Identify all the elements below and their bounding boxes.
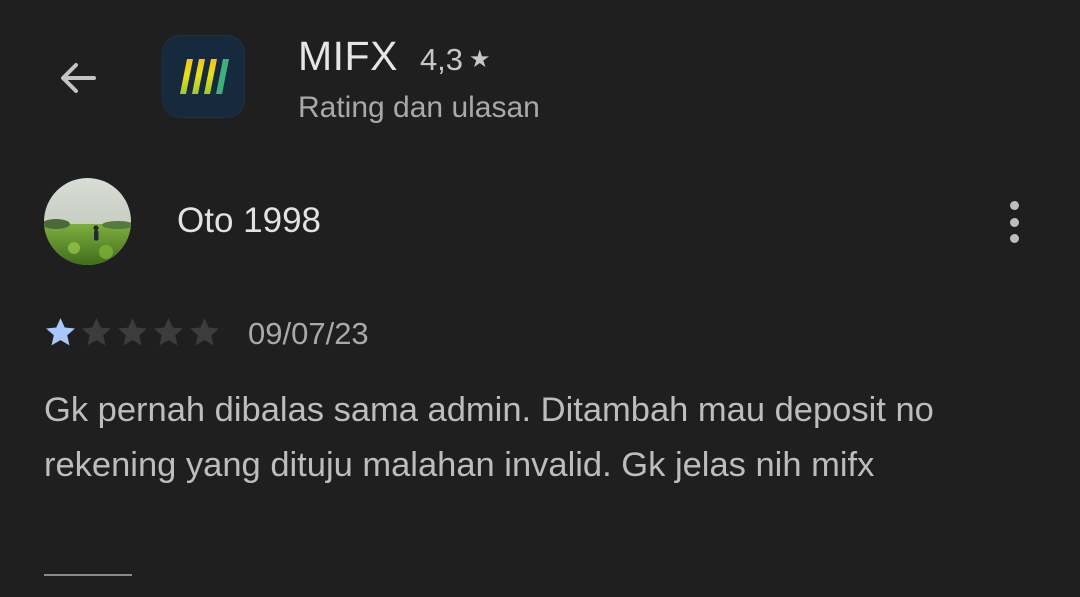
divider xyxy=(44,574,132,576)
star-empty-icon xyxy=(154,318,183,346)
mifx-logo-icon xyxy=(180,59,229,94)
avatar-photo xyxy=(44,178,131,265)
app-name: MIFX xyxy=(298,33,398,79)
more-vert-icon-dot xyxy=(1009,234,1019,243)
app-icon xyxy=(162,35,245,118)
review-date: 09/07/23 xyxy=(248,316,369,351)
more-vert-icon-dot xyxy=(1009,217,1019,227)
app-title-row: MIFX 4,3 ★ xyxy=(298,33,491,80)
star-empty-icon xyxy=(118,318,147,346)
review-star-rating xyxy=(44,316,221,349)
app-rating-value: 4,3 xyxy=(419,42,464,77)
reviewer-name: Oto 1998 xyxy=(177,201,321,240)
page-subtitle: Rating dan ulasan xyxy=(298,91,540,124)
more-vert-icon xyxy=(1009,201,1019,210)
more-options-button[interactable] xyxy=(996,198,1032,246)
arrow-back-icon xyxy=(61,63,96,93)
star-empty-icon xyxy=(190,318,219,346)
avatar xyxy=(44,178,131,265)
star-icon: ★ xyxy=(469,46,491,73)
back-button[interactable] xyxy=(44,44,112,112)
star-empty-icon xyxy=(82,318,111,346)
review-text: Gk pernah dibalas sama admin. Ditambah m… xyxy=(44,391,934,484)
reviews-sheet: MIFX 4,3 ★ Rating dan ulasan Oto 1998 09… xyxy=(0,0,1080,597)
star-filled-icon xyxy=(46,318,75,346)
